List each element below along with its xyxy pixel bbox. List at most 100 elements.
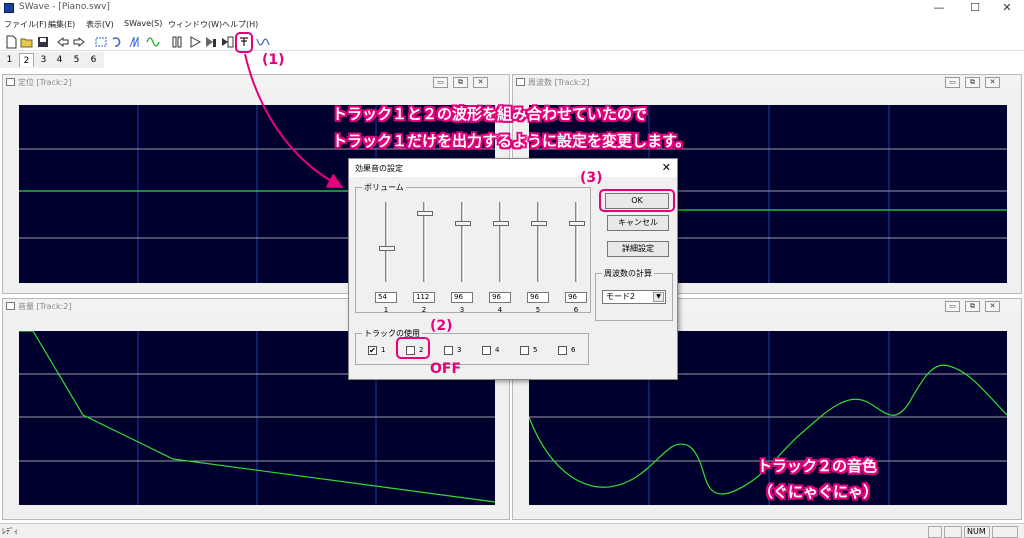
volume-group: ボリューム 54 1 112 2 96 3 96 4 96 5 96 6: [355, 182, 591, 314]
details-button[interactable]: 詳細設定: [607, 241, 669, 257]
volume-slider-5-track[interactable]: [537, 202, 540, 282]
track-checkbox-label-3: 3: [457, 346, 462, 354]
close-button[interactable]: ✕: [990, 0, 1024, 16]
track-checkbox-3[interactable]: [444, 346, 453, 355]
pause-icon[interactable]: [170, 35, 184, 49]
volume-slider-4-track[interactable]: [499, 202, 502, 282]
status-cell-empty: [992, 526, 1018, 538]
panel-title: 周波数 [Track:2]: [528, 78, 590, 87]
panel-title-bar: 定位 [Track:2] ▭ ⧉ ✕: [3, 75, 509, 90]
volume-value-5[interactable]: 96: [527, 292, 549, 303]
panel-minimize-button[interactable]: ▭: [433, 77, 448, 88]
track-checkbox-5[interactable]: [520, 346, 529, 355]
chevron-down-icon[interactable]: ▼: [653, 292, 664, 302]
volume-slider-3-track[interactable]: [461, 202, 464, 282]
redo-curve-icon[interactable]: [110, 35, 124, 49]
track-use-group: トラックの使用 ✔ 1 2 3 4 5 6: [355, 328, 589, 365]
mode-select-value: モード2: [606, 292, 636, 301]
volume-value-3[interactable]: 96: [451, 292, 473, 303]
minimize-button[interactable]: —: [922, 0, 956, 16]
app-icon: [4, 3, 14, 13]
annotation-timbre-1: トラック２の音色: [757, 457, 878, 475]
track-tab-2[interactable]: 2: [19, 53, 34, 67]
volume-slider-1-track[interactable]: [385, 202, 388, 282]
volume-slider-5-thumb[interactable]: [531, 221, 547, 226]
volume-slider-2-thumb[interactable]: [417, 211, 433, 217]
volume-slider-3-thumb[interactable]: [455, 221, 471, 226]
status-bar: ﾚﾃﾞｨ NUM: [0, 523, 1024, 538]
track-tab-3[interactable]: 3: [36, 53, 51, 67]
track-checkbox-6[interactable]: [558, 346, 567, 355]
menu-file[interactable]: ファイル(F): [4, 19, 47, 30]
annotation-step1: (1): [262, 52, 285, 68]
menu-bar: ファイル(F) 編集(E) 表示(V) SWave(S) ウィンドウ(W) ヘル…: [0, 17, 1024, 32]
panel-restore-button[interactable]: ⧉: [453, 77, 468, 88]
mode-select[interactable]: モード2 ▼: [602, 290, 666, 304]
play-selection-icon[interactable]: [204, 35, 218, 49]
panel-window-icon: [516, 78, 525, 86]
track-checkbox-label-4: 4: [495, 346, 500, 354]
open-folder-icon[interactable]: [20, 35, 34, 49]
save-icon[interactable]: [36, 35, 50, 49]
dialog-title-bar: 効果音の設定 ✕: [349, 159, 677, 177]
track-tab-6[interactable]: 6: [86, 53, 101, 67]
track-checkbox-label-5: 5: [533, 346, 538, 354]
volume-slider-label-5: 5: [535, 306, 541, 314]
panel-minimize-button[interactable]: ▭: [945, 77, 960, 88]
new-file-icon[interactable]: [4, 35, 18, 49]
volume-value-1[interactable]: 54: [375, 292, 397, 303]
play-page-icon[interactable]: [220, 35, 234, 49]
volume-value-4[interactable]: 96: [489, 292, 511, 303]
annotation-highlight-track2: [396, 337, 430, 359]
select-rect-icon[interactable]: [94, 35, 108, 49]
panel-close-button[interactable]: ✕: [985, 77, 1000, 88]
panel-close-button[interactable]: ✕: [985, 301, 1000, 312]
play-icon[interactable]: [188, 35, 202, 49]
track-tab-1[interactable]: 1: [2, 53, 17, 67]
window-title: SWave - [Piano.swv]: [19, 2, 110, 12]
annotation-off: OFF: [430, 361, 462, 377]
dialog-title: 効果音の設定: [355, 164, 403, 173]
panel-window-icon: [6, 302, 15, 310]
dialog-close-button[interactable]: ✕: [662, 161, 671, 174]
wave-output-icon[interactable]: [256, 35, 270, 49]
track-tab-5[interactable]: 5: [69, 53, 84, 67]
menu-view[interactable]: 表示(V): [86, 19, 114, 30]
volume-slider-6-track[interactable]: [575, 202, 578, 282]
volume-value-6[interactable]: 96: [565, 292, 587, 303]
panel-restore-button[interactable]: ⧉: [965, 301, 980, 312]
volume-slider-label-4: 4: [497, 306, 503, 314]
panel-close-button[interactable]: ✕: [473, 77, 488, 88]
volume-value-2[interactable]: 112: [413, 292, 435, 303]
track-tab-4[interactable]: 4: [52, 53, 67, 67]
volume-slider-4-thumb[interactable]: [493, 221, 509, 226]
sawtooth-icon[interactable]: [128, 35, 142, 49]
volume-group-label: ボリューム: [362, 182, 406, 193]
track-checkbox-1[interactable]: ✔: [368, 346, 377, 355]
panel-minimize-button[interactable]: ▭: [945, 301, 960, 312]
arrow-left-icon[interactable]: [56, 35, 70, 49]
arrow-right-icon[interactable]: [72, 35, 86, 49]
annotation-highlight-toolbar: [235, 32, 253, 53]
title-bar: SWave - [Piano.swv] — ☐ ✕: [0, 0, 1024, 16]
menu-edit[interactable]: 編集(E): [48, 19, 75, 30]
track-checkbox-4[interactable]: [482, 346, 491, 355]
volume-slider-6-thumb[interactable]: [569, 221, 585, 226]
annotation-step2: (2): [430, 318, 453, 334]
volume-slider-label-3: 3: [459, 306, 465, 314]
annotation-timbre-2: （ぐにゃぐにゃ）: [758, 483, 879, 501]
menu-swave[interactable]: SWave(S): [124, 19, 162, 28]
panel-restore-button[interactable]: ⧉: [965, 77, 980, 88]
panel-title-bar: 周波数 [Track:2] ▭ ⧉ ✕: [513, 75, 1021, 90]
toolbar: [0, 33, 1024, 51]
maximize-button[interactable]: ☐: [958, 0, 992, 16]
cancel-button[interactable]: キャンセル: [607, 215, 669, 231]
volume-slider-1-thumb[interactable]: [379, 246, 395, 252]
menu-window[interactable]: ウィンドウ(W): [168, 19, 222, 30]
track-checkbox-label-1: 1: [381, 346, 386, 354]
track-checkbox-label-6: 6: [571, 346, 576, 354]
sine-wave-icon[interactable]: [146, 35, 160, 49]
status-cell-empty: [944, 526, 962, 538]
panel-title: 定位 [Track:2]: [18, 78, 72, 87]
menu-help[interactable]: ヘルプ(H): [222, 19, 258, 30]
